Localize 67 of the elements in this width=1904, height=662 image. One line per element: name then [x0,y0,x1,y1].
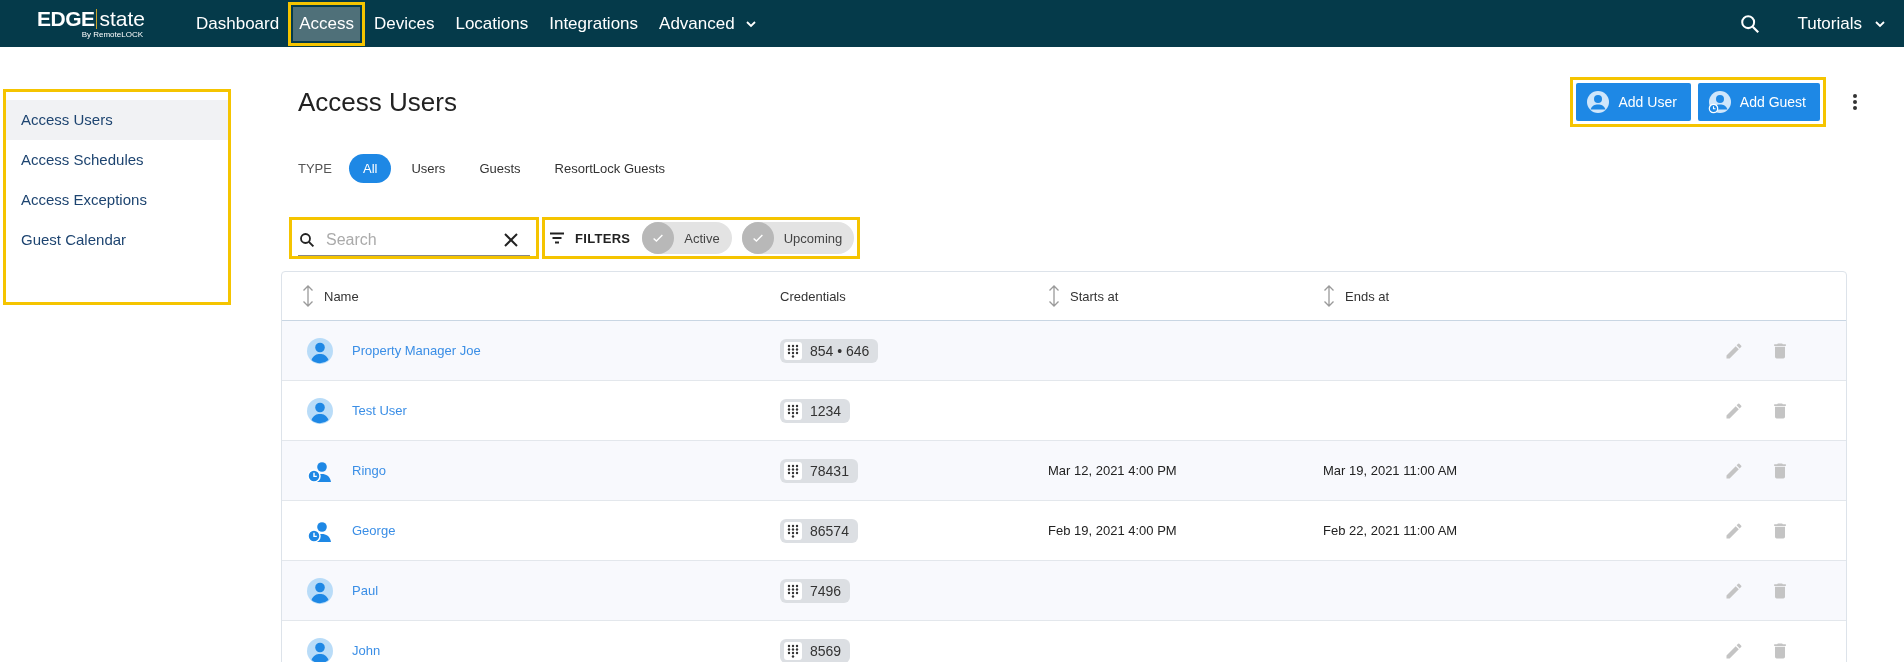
table-cell: Feb 22, 2021 11:00 AM [1323,523,1458,538]
table-cell: Mar 19, 2021 11:00 AM [1323,463,1458,478]
column-header[interactable]: Starts at [1070,288,1119,304]
user-avatar-icon [1586,90,1611,114]
more-options-icon[interactable] [1852,92,1858,112]
type-filter-tab[interactable]: Guests [465,154,535,183]
column-header[interactable]: Credentials [780,288,846,304]
user-avatar-icon [306,336,334,365]
user-avatar-icon [306,636,334,662]
guest-avatar-icon [1707,90,1732,114]
sort-icon[interactable] [302,285,314,307]
edit-icon[interactable] [1724,340,1744,361]
search-input[interactable]: Search [316,223,498,256]
credential-tag: 854 • 646 [780,338,879,363]
user-avatar-icon [306,576,334,605]
tutorials-menu[interactable]: Tutorials [1797,13,1886,34]
edit-icon[interactable] [1724,640,1744,661]
filters-label: FILTERS [575,230,631,246]
close-icon[interactable] [504,232,518,247]
column-header[interactable]: Name [324,288,359,304]
table-cell: Mar 12, 2021 4:00 PM [1048,463,1177,478]
keypad-icon [784,461,802,480]
credential-tag: 78431 [780,458,858,483]
table-cell: Feb 19, 2021 4:00 PM [1048,523,1177,538]
edit-icon[interactable] [1724,520,1744,541]
column-header[interactable]: Ends at [1345,288,1390,304]
nav-tab[interactable]: Devices [367,6,441,41]
page-title: Access Users [298,86,457,118]
keypad-icon [784,401,802,420]
nav-tab[interactable]: Advanced [653,6,763,41]
edit-icon[interactable] [1724,580,1744,601]
type-filter-tab[interactable]: All [348,154,392,183]
logo[interactable]: EDGE state By RemoteLOCK [17,8,145,39]
nav-tab[interactable]: Integrations [543,6,645,41]
type-filter-tab[interactable]: ResortLock Guests [540,154,680,183]
user-name-link[interactable]: George [352,523,780,538]
add-user-button[interactable]: Add User [1576,83,1691,121]
type-filter-tab[interactable]: Users [397,154,460,183]
user-avatar-icon [306,396,334,425]
sidebar-item[interactable]: Access Users [6,100,228,140]
nav-tab[interactable]: Dashboard [190,6,286,41]
keypad-icon [784,641,802,660]
filter-icon [549,232,565,244]
keypad-icon [784,581,802,600]
user-name-link[interactable]: Test User [352,403,780,418]
sidebar-item[interactable]: Access Schedules [6,140,228,180]
sort-icon[interactable] [1048,285,1060,307]
credential-tag: 8569 [780,638,851,662]
type-label: TYPE [298,161,332,176]
credential-tag: 1234 [780,398,851,423]
sort-icon[interactable] [1323,285,1335,307]
search-field[interactable]: Search [298,224,530,256]
keypad-icon [784,521,802,540]
search-icon [298,230,316,249]
nav-tab[interactable]: Locations [449,6,535,41]
filter-chip[interactable]: Active [642,222,732,254]
nav-tab[interactable]: Access [293,6,360,41]
add-guest-button[interactable]: Add Guest [1697,83,1820,121]
edit-icon[interactable] [1724,460,1744,481]
filter-chip[interactable]: Upcoming [741,222,855,254]
search-icon[interactable] [1739,12,1762,35]
sidebar-item[interactable]: Guest Calendar [6,220,228,260]
credential-tag: 86574 [780,518,858,543]
credential-tag: 7496 [780,578,851,603]
keypad-icon [784,341,802,360]
sidebar-item[interactable]: Access Exceptions [6,180,228,220]
edit-icon[interactable] [1724,400,1744,421]
